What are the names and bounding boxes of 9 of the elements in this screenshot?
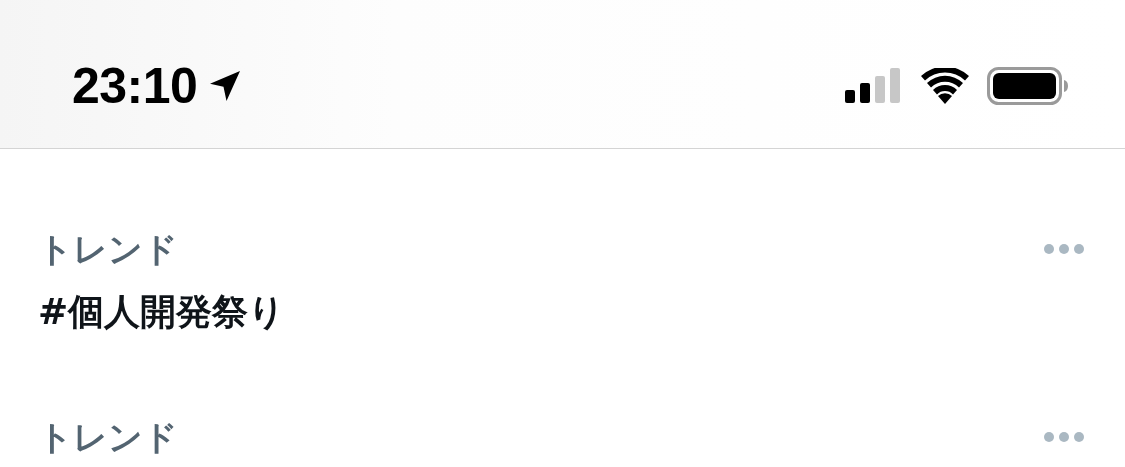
trend-title[interactable]: #個人開発祭り [38,287,286,337]
trend-category: トレンド [38,229,179,269]
more-icon[interactable] [1043,243,1085,255]
more-icon[interactable] [1043,431,1085,443]
trend-category: トレンド [38,417,178,457]
battery-icon [987,67,1069,105]
clock-time: 23:10 [72,57,198,115]
wifi-icon [921,68,969,104]
signal-icon [845,68,903,104]
